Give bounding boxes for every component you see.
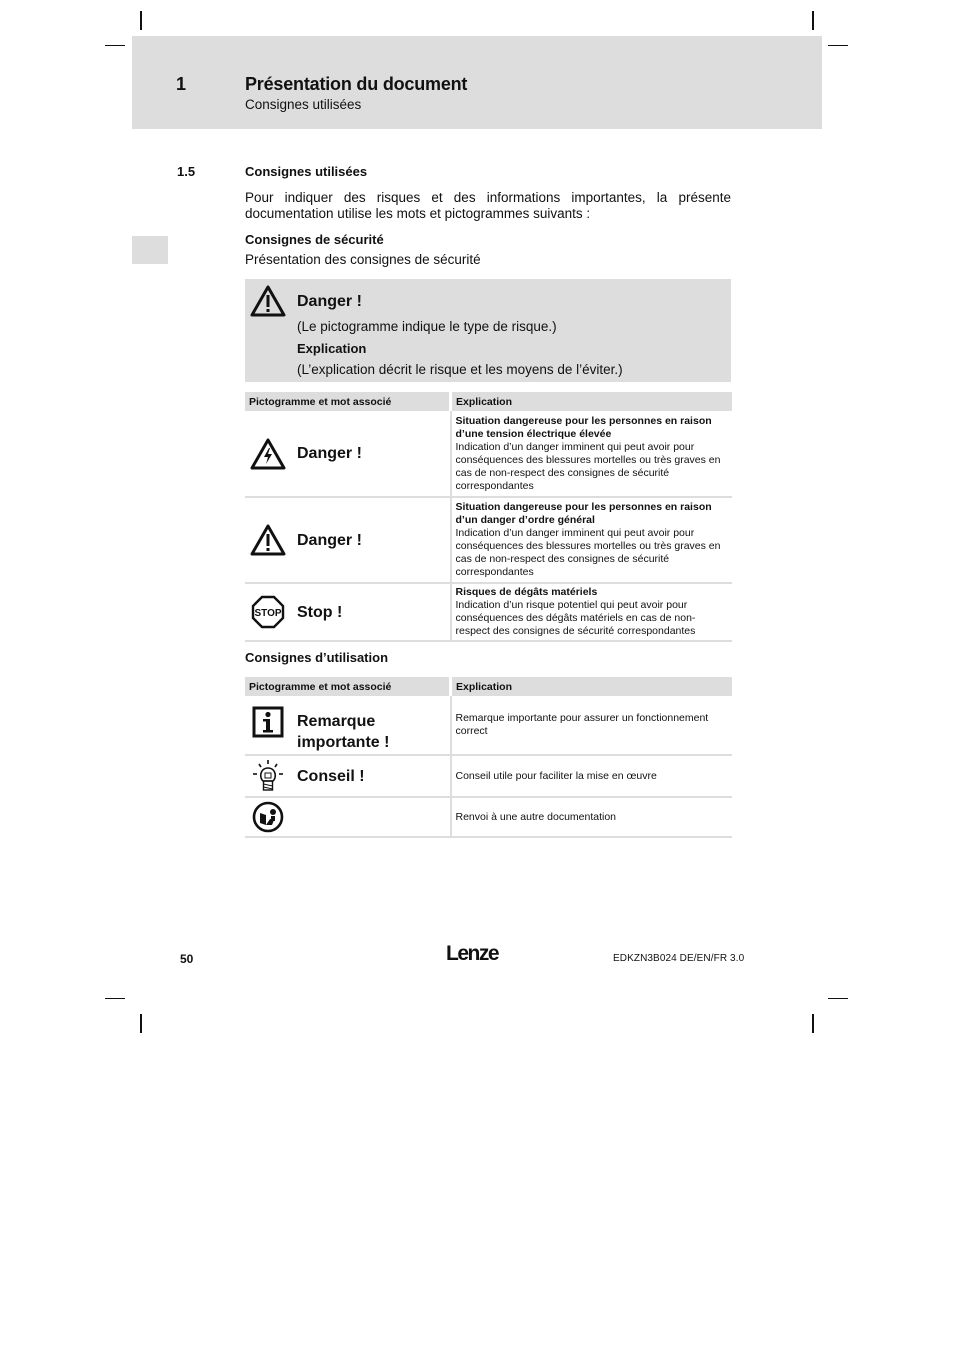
row-title: Situation dangereuse pour les personnes …: [455, 501, 712, 526]
page-number: 50: [180, 952, 194, 966]
stop-sign-icon: STOP: [250, 594, 286, 630]
column-header-pictogram: Pictogramme et mot associé: [245, 677, 452, 696]
danger-title: Danger !: [297, 293, 362, 310]
usage-heading: Consignes d’utilisation: [245, 650, 389, 665]
row-title: Situation dangereuse pour les personnes …: [455, 414, 712, 440]
info-icon: [250, 704, 286, 740]
safety-notes-table: Pictogramme et mot associé Explication D…: [245, 392, 732, 642]
general-danger-icon: [250, 522, 286, 558]
document-id: EDKZN3B024 DE/EN/FR 3.0: [613, 953, 745, 964]
crop-mark: [105, 998, 125, 999]
table-row: Danger ! Situation dangereuse pour les p…: [245, 497, 732, 584]
explication-note: (L’explication décrit le risque et les m…: [297, 362, 623, 377]
crop-mark: [812, 1014, 814, 1033]
signal-word: Remarque importante !: [297, 712, 390, 751]
row-text: Renvoi à une autre documentation: [450, 797, 732, 838]
row-text: Indication d’un danger imminent qui peut…: [455, 440, 721, 492]
row-text: Conseil utile pour faciliter la mise en …: [450, 755, 732, 798]
signal-word: Danger !: [297, 445, 362, 462]
crop-mark: [828, 998, 848, 999]
chapter-number: 1: [176, 74, 187, 94]
section-title: Consignes utilisées: [245, 164, 368, 179]
stop-sign-text: STOP: [254, 608, 281, 619]
chapter-subtitle: Consignes utilisées: [245, 97, 362, 112]
chapter-title: Présentation du document: [245, 74, 468, 94]
lenze-logo: Lenze: [446, 942, 500, 965]
reference-book-icon: [250, 799, 286, 835]
signal-word: Stop !: [297, 603, 343, 621]
table-header-row: Pictogramme et mot associé Explication: [245, 677, 732, 696]
chapter-side-marker: [132, 236, 168, 264]
lightbulb-icon: [250, 758, 286, 794]
table-row: Danger ! Situation dangereuse pour les p…: [245, 411, 732, 498]
warning-triangle-icon: [250, 285, 286, 317]
electric-hazard-icon: [250, 436, 286, 472]
section-intro: Pour indiquer des risques et des informa…: [245, 190, 731, 221]
column-header-explication: Explication: [450, 677, 732, 696]
table-row: Conseil ! Conseil utile pour faciliter l…: [245, 755, 732, 798]
row-text: Indication d’un danger imminent qui peut…: [455, 527, 721, 578]
signal-word: Conseil !: [297, 767, 365, 785]
column-header-pictogram: Pictogramme et mot associé: [245, 392, 452, 411]
table-row: Remarque importante ! Remarque important…: [245, 696, 732, 756]
danger-template-box: Danger ! (Le pictogramme indique le type…: [245, 279, 731, 382]
column-header-explication: Explication: [450, 392, 732, 411]
chapter-header-band: [132, 36, 822, 129]
crop-mark: [105, 45, 125, 46]
crop-mark: [812, 11, 814, 30]
row-title: Risques de dégâts matériels: [455, 586, 598, 598]
table-row: STOP Stop ! Risques de dégâts matériels …: [245, 583, 732, 642]
row-text: Remarque importante pour assurer un fonc…: [450, 696, 732, 756]
pictogram-note: (Le pictogramme indique le type de risqu…: [297, 319, 557, 334]
crop-mark: [828, 45, 848, 46]
row-text: Indication d’un risque potentiel qui peu…: [455, 599, 696, 637]
table-header-row: Pictogramme et mot associé Explication: [245, 392, 732, 411]
crop-mark: [140, 1014, 142, 1033]
section-number: 1.5: [177, 164, 196, 179]
usage-notes-table: Pictogramme et mot associé Explication R…: [245, 677, 732, 838]
explication-label: Explication: [297, 341, 367, 356]
safety-heading: Consignes de sécurité: [245, 232, 384, 247]
signal-word: Danger !: [297, 531, 362, 549]
crop-mark: [140, 11, 142, 30]
table-row: Renvoi à une autre documentation: [245, 797, 732, 838]
safety-subheading: Présentation des consignes de sécurité: [245, 252, 481, 267]
